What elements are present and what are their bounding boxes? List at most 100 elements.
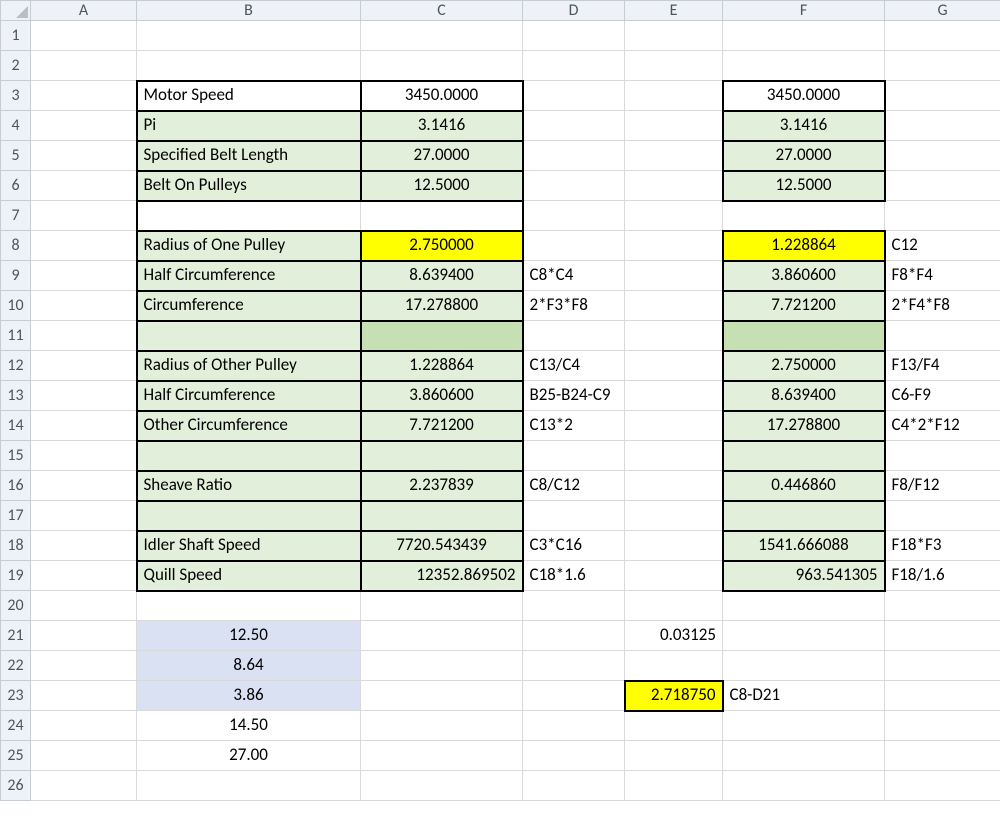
select-all-corner[interactable] [1, 1, 31, 21]
cell-value[interactable]: 1541.666088 [723, 531, 885, 561]
cell-formula[interactable]: 2*F3*F8 [523, 291, 625, 321]
col-header[interactable]: F [723, 1, 885, 21]
cell[interactable] [885, 21, 1000, 51]
cell[interactable] [523, 321, 625, 351]
cell[interactable] [723, 651, 885, 681]
cell-value[interactable]: 3.86 [137, 681, 361, 711]
cell[interactable] [137, 771, 361, 801]
cell[interactable] [523, 741, 625, 771]
cell[interactable] [523, 141, 625, 171]
cell[interactable] [31, 381, 137, 411]
cell[interactable] [31, 681, 137, 711]
row-header[interactable]: 13 [1, 381, 31, 411]
cell[interactable] [31, 201, 137, 231]
row-header[interactable]: 1 [1, 21, 31, 51]
cell[interactable] [523, 441, 625, 471]
cell[interactable] [885, 141, 1000, 171]
cell-value[interactable]: 8.64 [137, 651, 361, 681]
cell-value[interactable]: 0.446860 [723, 471, 885, 501]
row-header[interactable]: 3 [1, 81, 31, 111]
cell-value[interactable]: 12.5000 [723, 171, 885, 201]
cell[interactable] [523, 21, 625, 51]
row-header[interactable]: 24 [1, 711, 31, 741]
cell[interactable] [625, 231, 723, 261]
cell-value[interactable]: 3.1416 [361, 111, 523, 141]
cell-formula[interactable]: C8-D21 [723, 681, 885, 711]
cell-value[interactable]: 17.278800 [361, 291, 523, 321]
cell-formula[interactable]: F8*F4 [885, 261, 1000, 291]
cell[interactable] [31, 231, 137, 261]
cell[interactable] [31, 651, 137, 681]
cell[interactable] [625, 111, 723, 141]
col-header[interactable]: E [625, 1, 723, 21]
cell[interactable] [625, 531, 723, 561]
cell-formula[interactable]: F18/1.6 [885, 561, 1000, 591]
cell-value[interactable]: 12.5000 [361, 171, 523, 201]
row-header[interactable]: 7 [1, 201, 31, 231]
row-header[interactable]: 19 [1, 561, 31, 591]
cell[interactable] [31, 261, 137, 291]
cell[interactable] [31, 621, 137, 651]
cell[interactable] [885, 81, 1000, 111]
cell-label[interactable]: Radius of One Pulley [137, 231, 361, 261]
row-header[interactable]: 23 [1, 681, 31, 711]
cell[interactable] [723, 501, 885, 531]
cell-formula[interactable]: C13/C4 [523, 351, 625, 381]
cell[interactable] [523, 771, 625, 801]
cell[interactable] [625, 141, 723, 171]
cell[interactable] [361, 741, 523, 771]
cell[interactable] [361, 621, 523, 651]
cell-formula[interactable]: C12 [885, 231, 1000, 261]
cell-value[interactable]: 3.860600 [361, 381, 523, 411]
cell[interactable] [31, 471, 137, 501]
cell-label[interactable]: Sheave Ratio [137, 471, 361, 501]
cell-value[interactable]: 3.1416 [723, 111, 885, 141]
cell[interactable] [361, 651, 523, 681]
row-header[interactable]: 8 [1, 231, 31, 261]
cell[interactable] [625, 711, 723, 741]
cell[interactable] [625, 261, 723, 291]
cell[interactable] [523, 51, 625, 81]
row-header[interactable]: 22 [1, 651, 31, 681]
cell[interactable] [523, 171, 625, 201]
cell[interactable] [137, 321, 361, 351]
cell[interactable] [31, 51, 137, 81]
cell[interactable] [625, 81, 723, 111]
col-header[interactable]: A [31, 1, 137, 21]
cell-value[interactable]: 8.639400 [361, 261, 523, 291]
cell[interactable] [361, 201, 523, 231]
cell[interactable] [361, 501, 523, 531]
cell[interactable] [31, 351, 137, 381]
cell-label[interactable]: Half Circumference [137, 381, 361, 411]
cell-label[interactable]: Motor Speed [137, 81, 361, 111]
cell[interactable] [137, 501, 361, 531]
cell[interactable] [137, 441, 361, 471]
cell[interactable] [723, 321, 885, 351]
row-header[interactable]: 16 [1, 471, 31, 501]
cell-formula[interactable]: C13*2 [523, 411, 625, 441]
cell[interactable] [137, 591, 361, 621]
cell[interactable] [885, 51, 1000, 81]
cell[interactable] [31, 141, 137, 171]
cell-formula[interactable]: 2*F4*F8 [885, 291, 1000, 321]
cell[interactable] [31, 441, 137, 471]
cell[interactable] [885, 681, 1000, 711]
cell[interactable] [625, 351, 723, 381]
cell[interactable] [723, 591, 885, 621]
cell[interactable] [31, 501, 137, 531]
cell-value[interactable]: 8.639400 [723, 381, 885, 411]
cell[interactable] [723, 201, 885, 231]
cell[interactable] [625, 561, 723, 591]
cell-value[interactable]: 3450.0000 [361, 81, 523, 111]
cell[interactable] [625, 21, 723, 51]
cell-value[interactable]: 7.721200 [361, 411, 523, 441]
cell[interactable] [31, 531, 137, 561]
cell-formula[interactable]: C8/C12 [523, 471, 625, 501]
col-header[interactable]: B [137, 1, 361, 21]
row-header[interactable]: 2 [1, 51, 31, 81]
cell-value[interactable]: 7.721200 [723, 291, 885, 321]
row-header[interactable]: 9 [1, 261, 31, 291]
cell[interactable] [523, 81, 625, 111]
cell[interactable] [523, 711, 625, 741]
cell[interactable] [31, 321, 137, 351]
